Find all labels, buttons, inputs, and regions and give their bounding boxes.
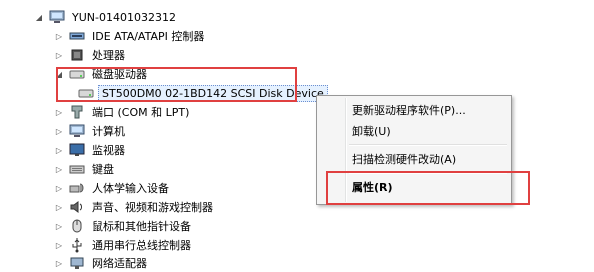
expand-arrow-icon[interactable]: ▷ — [54, 145, 64, 155]
menu-item-properties[interactable]: 属性(R) — [320, 177, 508, 197]
disk-drive-icon — [69, 66, 85, 82]
tree-item-label: 网络适配器 — [92, 257, 147, 270]
tree-item-disk-drives[interactable]: ◢ 磁盘驱动器 — [54, 65, 150, 83]
tree-item-disk-device[interactable]: ST500DM0 02-1BD142 SCSI Disk Device — [78, 84, 328, 102]
tree-item-mice[interactable]: ▷ 鼠标和其他指针设备 — [54, 217, 194, 235]
tree-item-ports[interactable]: ▷ 端口 (COM 和 LPT) — [54, 103, 192, 121]
collapse-arrow-icon[interactable]: ◢ — [34, 12, 44, 22]
tree-item-monitors[interactable]: ▷ 监视器 — [54, 141, 128, 159]
tree-item-label: 计算机 — [92, 125, 125, 138]
disk-drive-icon — [78, 85, 94, 101]
expand-arrow-icon[interactable]: ▷ — [54, 107, 64, 117]
expand-arrow-icon[interactable]: ▷ — [54, 50, 64, 60]
usb-icon — [69, 237, 85, 253]
expand-arrow-icon[interactable]: ▷ — [54, 240, 64, 250]
expand-arrow-icon[interactable]: ▷ — [54, 258, 64, 268]
processor-icon — [69, 47, 85, 63]
tree-item-processor[interactable]: ▷ 处理器 — [54, 46, 128, 64]
context-menu: 更新驱动程序软件(P)... 卸载(U) 扫描检测硬件改动(A) 属性(R) — [316, 95, 512, 205]
expand-arrow-icon[interactable]: ▷ — [54, 164, 64, 174]
tree-item-usb[interactable]: ▷ 通用串行总线控制器 — [54, 236, 194, 254]
tree-item-ide[interactable]: ▷ IDE ATA/ATAPI 控制器 — [54, 27, 207, 45]
tree-item-label: 磁盘驱动器 — [92, 68, 147, 81]
menu-item-uninstall[interactable]: 卸载(U) — [320, 121, 508, 141]
keyboard-icon — [69, 161, 85, 177]
port-icon — [69, 104, 85, 120]
computer-icon — [49, 9, 65, 25]
hid-icon — [69, 180, 85, 196]
tree-item-label: 端口 (COM 和 LPT) — [92, 106, 190, 119]
ide-controller-icon — [69, 28, 85, 44]
sound-icon — [69, 199, 85, 215]
expand-arrow-icon[interactable]: ▷ — [54, 31, 64, 41]
tree-item-label: 监视器 — [92, 144, 125, 157]
tree-item-label: 通用串行总线控制器 — [92, 239, 191, 252]
expand-arrow-icon[interactable]: ▷ — [54, 221, 64, 231]
tree-item-network[interactable]: ▷ 网络适配器 — [54, 254, 150, 272]
tree-item-keyboards[interactable]: ▷ 键盘 — [54, 160, 117, 178]
tree-root-label: YUN-01401032312 — [72, 10, 176, 24]
tree-item-hid[interactable]: ▷ 人体学输入设备 — [54, 179, 172, 197]
tree-item-label: 键盘 — [92, 163, 114, 176]
network-icon — [69, 255, 85, 271]
expand-arrow-icon[interactable]: ▷ — [54, 126, 64, 136]
monitor-icon — [69, 142, 85, 158]
tree-item-computer[interactable]: ▷ 计算机 — [54, 122, 128, 140]
expand-arrow-icon[interactable]: ▷ — [54, 202, 64, 212]
menu-item-scan-hardware[interactable]: 扫描检测硬件改动(A) — [320, 149, 508, 169]
tree-item-label: 声音、视频和游戏控制器 — [92, 201, 213, 214]
menu-separator — [349, 144, 507, 146]
collapse-arrow-icon[interactable]: ◢ — [54, 69, 64, 79]
mouse-icon — [69, 218, 85, 234]
tree-item-label: IDE ATA/ATAPI 控制器 — [92, 30, 205, 43]
tree-item-sound[interactable]: ▷ 声音、视频和游戏控制器 — [54, 198, 216, 216]
expand-arrow-icon[interactable]: ▷ — [54, 183, 64, 193]
tree-item-label: 人体学输入设备 — [92, 182, 169, 195]
tree-item-label: ST500DM0 02-1BD142 SCSI Disk Device — [98, 84, 328, 102]
tree-item-label: 处理器 — [92, 49, 125, 62]
menu-separator — [349, 172, 507, 174]
computer-icon — [69, 123, 85, 139]
tree-item-label: 鼠标和其他指针设备 — [92, 220, 191, 233]
tree-root[interactable]: ◢ YUN-01401032312 — [34, 8, 179, 26]
menu-item-update-driver[interactable]: 更新驱动程序软件(P)... — [320, 100, 508, 120]
